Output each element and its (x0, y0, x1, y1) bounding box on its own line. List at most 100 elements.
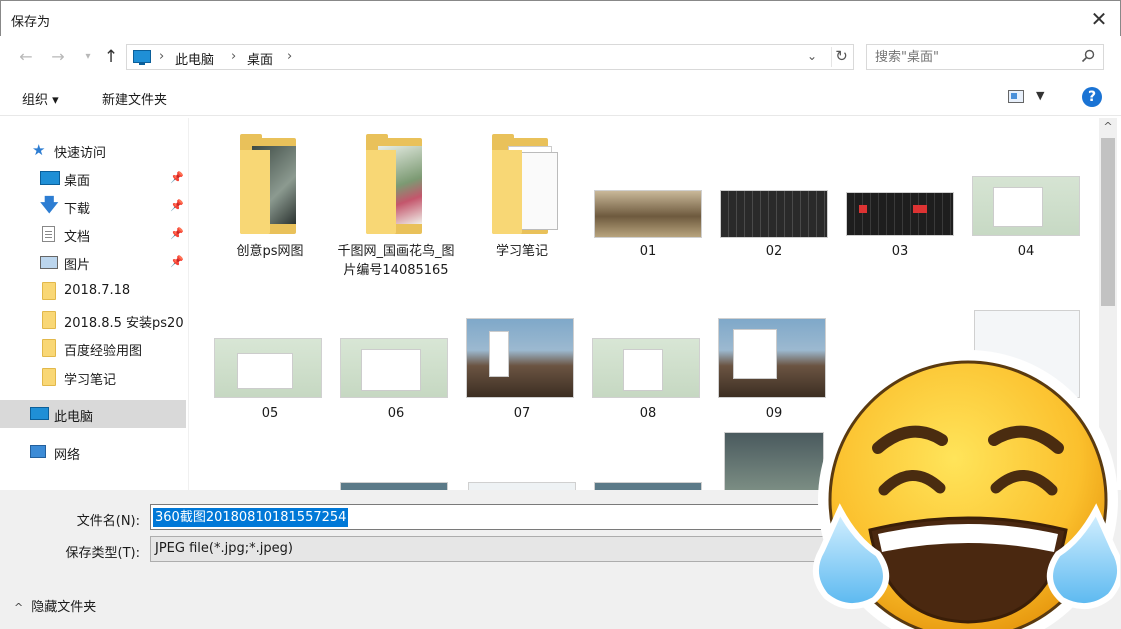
image-thumbnail (720, 190, 828, 238)
sidebar-item-network[interactable]: 网络 (0, 438, 186, 466)
sidebar-item-label: 此电脑 (54, 410, 94, 425)
title-bar: 保存为 ✕ (0, 0, 1121, 36)
image-thumbnail (594, 190, 702, 238)
sidebar-item-this-pc[interactable]: 此电脑 (0, 400, 186, 428)
image-thumbnail[interactable] (594, 482, 702, 490)
close-icon[interactable]: ✕ (1086, 7, 1112, 33)
help-icon[interactable]: ? (1082, 87, 1102, 107)
pictures-icon (40, 256, 58, 269)
sidebar-item-desktop[interactable]: 桌面 📌 (0, 164, 186, 192)
file-name: 创意ps网图 (236, 244, 304, 259)
sidebar-item-label: 图片 (64, 258, 91, 273)
desktop-icon (40, 171, 60, 185)
sidebar-item-folder-2018-8-5[interactable]: 2018.8.5 安装ps20 (0, 306, 186, 334)
command-toolbar: 组织 ▾ 新建文件夹 ▼ ? (0, 80, 1121, 116)
sidebar-item-documents[interactable]: 文档 📌 (0, 220, 186, 248)
folder-icon (42, 282, 56, 300)
pane-divider[interactable] (188, 118, 189, 490)
file-name: 01 (639, 244, 657, 259)
filename-selected-text: 360截图20180810181557254 (153, 508, 349, 527)
folder-item[interactable]: 学习笔记 (462, 130, 582, 300)
back-arrow-icon[interactable]: ← (16, 47, 36, 67)
image-item[interactable]: 05 (210, 294, 330, 464)
breadcrumb-separator: › (159, 49, 165, 64)
file-name: 05 (261, 406, 279, 421)
breadcrumb-desktop[interactable]: 桌面 (247, 49, 273, 68)
sidebar-item-label: 网络 (54, 448, 81, 463)
image-thumbnail (466, 318, 574, 398)
folder-item[interactable]: 千图网_国画花鸟_图片编号14085165 (336, 130, 456, 300)
sidebar-item-folder-study-notes[interactable]: 学习笔记 (0, 363, 186, 391)
file-name: 08 (639, 406, 657, 421)
forward-arrow-icon[interactable]: → (48, 47, 68, 67)
image-item[interactable]: 06 (336, 294, 456, 464)
this-pc-icon (30, 407, 49, 420)
filename-field[interactable]: 360截图20180810181557254 (150, 504, 840, 530)
sidebar-item-folder-baidu[interactable]: 百度经验用图 (0, 334, 186, 362)
pin-icon: 📌 (170, 227, 184, 240)
folder-thumbnail-icon (240, 134, 300, 234)
breadcrumb-this-pc[interactable]: 此电脑 (175, 49, 214, 68)
pin-icon: 📌 (170, 255, 184, 268)
download-icon: 🡇 (40, 195, 59, 216)
search-input[interactable] (875, 48, 1075, 66)
scroll-up-chevron-icon[interactable]: ^ (1099, 120, 1117, 136)
sidebar-item-pictures[interactable]: 图片 📌 (0, 248, 186, 276)
tears-of-joy-emoji-icon (813, 350, 1120, 629)
sidebar-item-quick-access[interactable]: ★ 快速访问 (0, 136, 186, 164)
image-thumbnail[interactable] (340, 482, 448, 490)
file-name: 02 (765, 244, 783, 259)
network-icon (30, 445, 46, 458)
recent-locations-chevron-icon[interactable]: ▾ (78, 47, 98, 67)
pin-icon: 📌 (170, 199, 184, 212)
scrollbar-thumb[interactable] (1101, 138, 1115, 306)
image-thumbnail[interactable] (468, 482, 576, 490)
sidebar-item-label: 2018.8.5 安装ps20 (64, 316, 184, 331)
sidebar-item-label: 学习笔记 (64, 373, 117, 388)
sidebar-item-label: 下载 (64, 202, 91, 217)
sidebar-item-label: 百度经验用图 (64, 344, 143, 359)
file-name: 学习笔记 (495, 244, 548, 259)
folder-item[interactable]: 创意ps网图 (210, 130, 330, 300)
image-item[interactable]: 04 (966, 130, 1086, 300)
image-thumbnail (340, 338, 448, 398)
folder-thumbnail-icon (366, 134, 426, 234)
address-dropdown-chevron-icon[interactable]: ⌄ (807, 49, 817, 63)
image-thumbnail (214, 338, 322, 398)
refresh-icon[interactable]: ↻ (831, 47, 851, 67)
window-title: 保存为 (11, 15, 51, 30)
folder-icon (42, 368, 56, 386)
sidebar-item-label: 快速访问 (54, 146, 107, 161)
navigation-row: ← → ▾ ↑ › 此电脑 › 桌面 › ⌄ ↻ (0, 38, 1121, 76)
breadcrumb-separator: › (231, 49, 237, 64)
image-item[interactable]: 01 (588, 130, 708, 300)
search-box[interactable] (866, 44, 1104, 70)
image-item[interactable]: 07 (462, 294, 582, 464)
filetype-select[interactable]: JPEG file(*.jpg;*.jpeg) (150, 536, 840, 562)
folder-icon (42, 339, 56, 357)
up-arrow-icon[interactable]: ↑ (101, 47, 121, 67)
filetype-value: JPEG file(*.jpg;*.jpeg) (155, 541, 293, 556)
sidebar-item-folder-2018-7-18[interactable]: 2018.7.18 (0, 277, 186, 305)
file-name: 03 (891, 244, 909, 259)
image-item[interactable]: 02 (714, 130, 834, 300)
sidebar-item-label: 文档 (64, 230, 91, 245)
hide-folders-button[interactable]: ^ 隐藏文件夹 (14, 596, 96, 615)
address-bar[interactable]: › 此电脑 › 桌面 › ⌄ ↻ (126, 44, 854, 70)
change-view-icon[interactable] (1008, 90, 1024, 103)
organize-button[interactable]: 组织 ▾ (22, 89, 59, 108)
search-icon[interactable] (1081, 49, 1095, 63)
image-item[interactable]: 08 (588, 294, 708, 464)
image-thumbnail (846, 192, 954, 236)
filetype-label: 保存类型(T): (65, 546, 140, 561)
file-name: 千图网_国画花鸟_图片编号14085165 (337, 244, 455, 278)
file-name: 04 (1017, 244, 1035, 259)
new-folder-button[interactable]: 新建文件夹 (102, 89, 167, 108)
navigation-pane[interactable]: ★ 快速访问 桌面 📌 🡇 下载 📌 文档 📌 图片 📌 2018.7.18 2… (0, 118, 188, 490)
view-options-chevron-icon[interactable]: ▼ (1036, 89, 1044, 102)
this-pc-icon (133, 50, 151, 65)
image-item[interactable]: 03 (840, 130, 960, 300)
sidebar-item-downloads[interactable]: 🡇 下载 📌 (0, 192, 186, 220)
image-thumbnail (592, 338, 700, 398)
document-icon (42, 226, 55, 242)
